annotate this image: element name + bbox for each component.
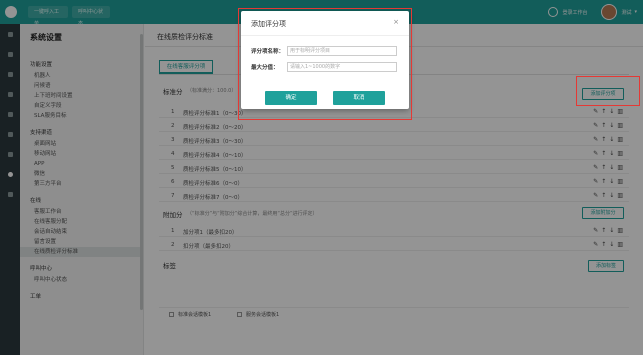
highlight-box [576,76,640,106]
highlight-box [238,8,412,120]
